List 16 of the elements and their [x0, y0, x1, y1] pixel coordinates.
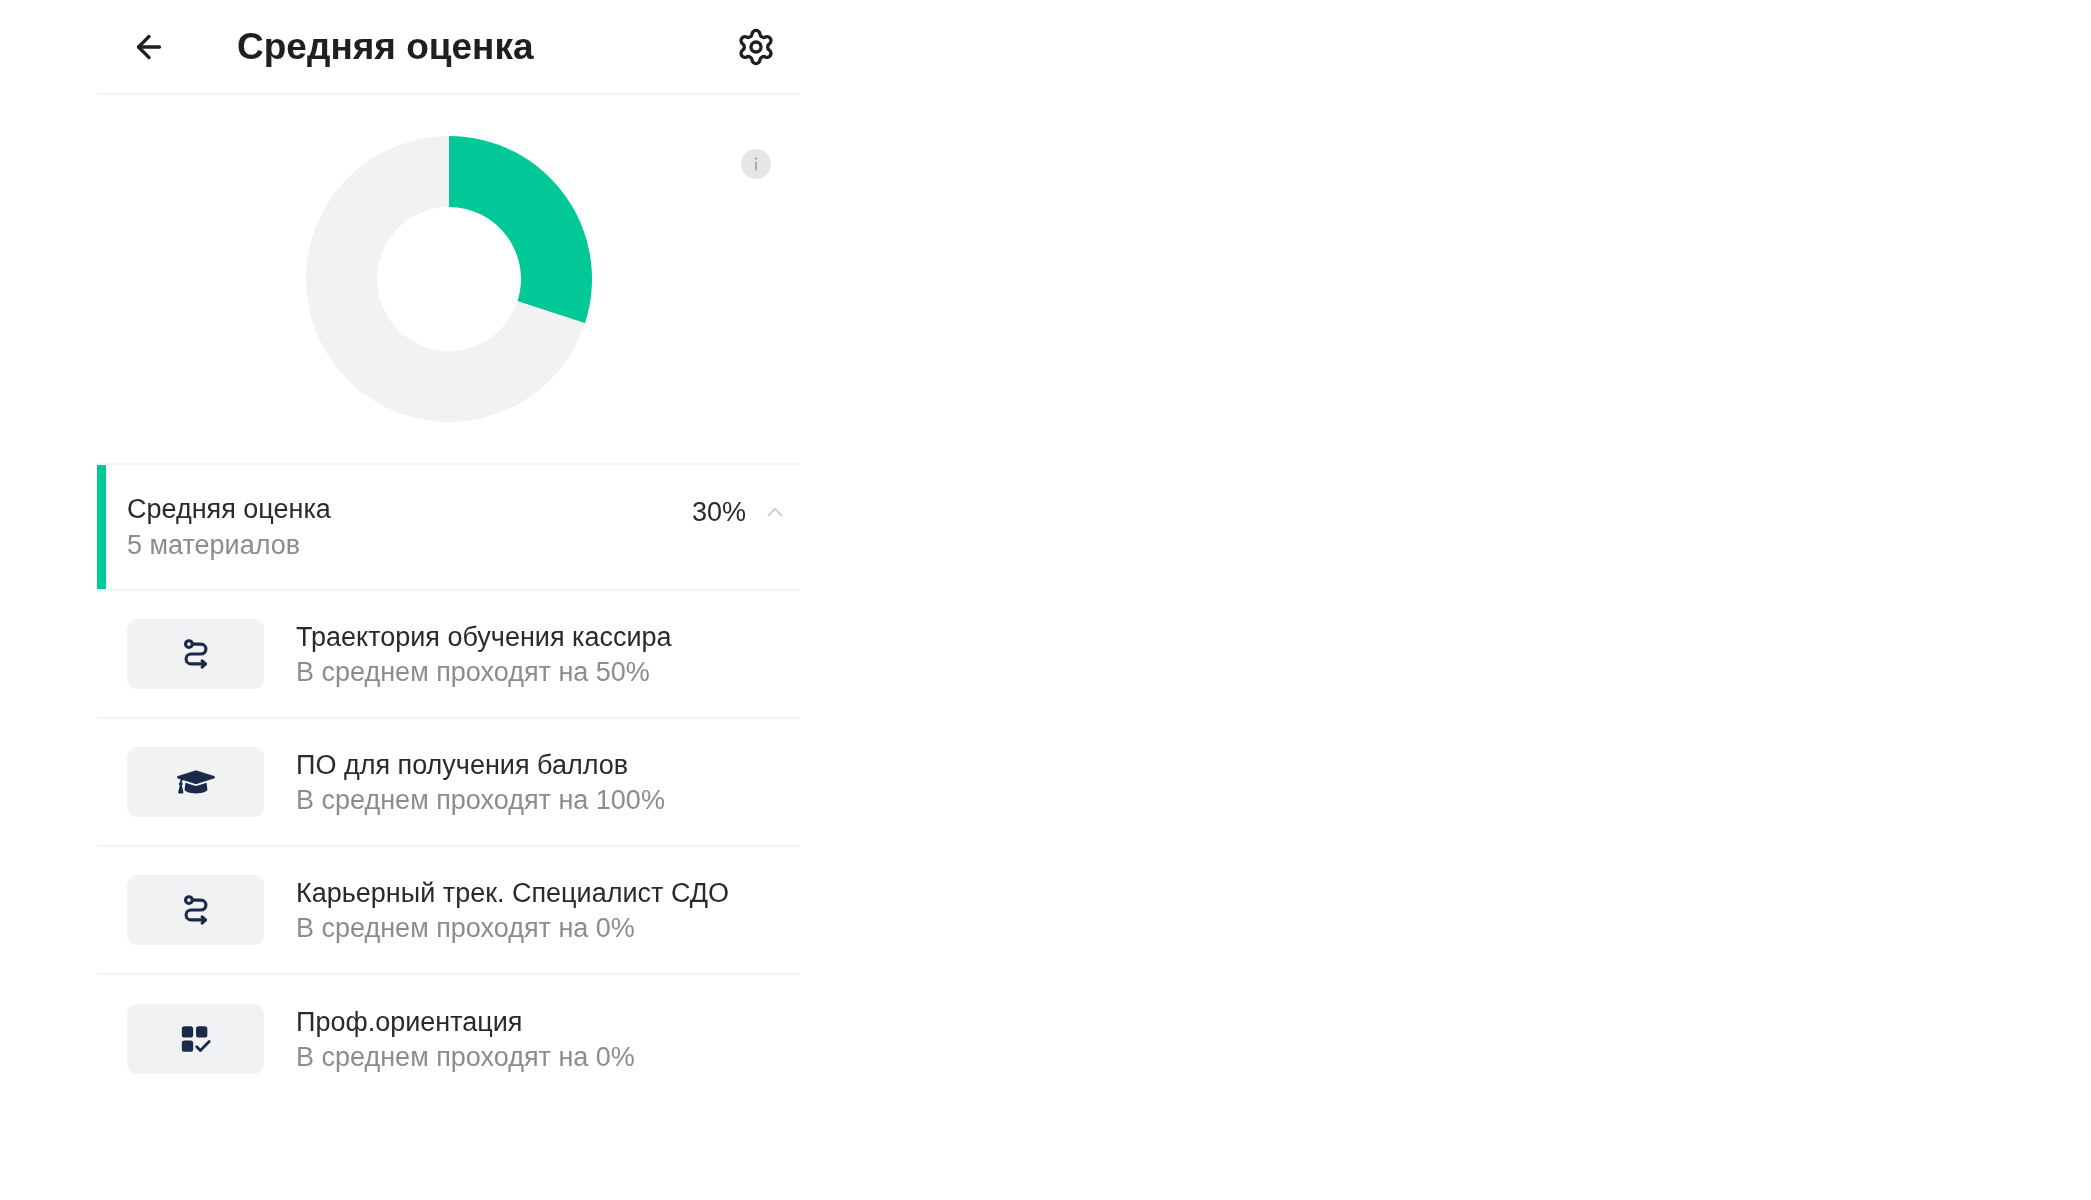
- material-subtitle: В среднем проходят на 0%: [296, 1040, 635, 1073]
- route-icon: [127, 875, 264, 945]
- material-title[interactable]: Проф.ориентация: [296, 1005, 635, 1038]
- material-title[interactable]: ПО для получения баллов: [296, 748, 665, 781]
- material-title[interactable]: Траектория обучения кассира: [296, 620, 672, 653]
- material-subtitle: В среднем проходят на 100%: [296, 783, 665, 816]
- summary-subtitle: 5 материалов: [127, 529, 302, 561]
- route-icon: [127, 619, 264, 689]
- graduation-cap-icon: [127, 747, 264, 817]
- percent-value: 30%: [691, 496, 746, 528]
- header-title: Средняя оценка: [237, 28, 534, 65]
- summary-title: Средняя оценка: [127, 493, 331, 525]
- material-title[interactable]: Карьерный трек. Специалист СДО: [296, 876, 730, 909]
- material-subtitle: В среднем проходят на 50%: [296, 655, 651, 688]
- checklist-grid-icon: [127, 1004, 264, 1074]
- material-subtitle: В среднем проходят на 0%: [296, 911, 636, 944]
